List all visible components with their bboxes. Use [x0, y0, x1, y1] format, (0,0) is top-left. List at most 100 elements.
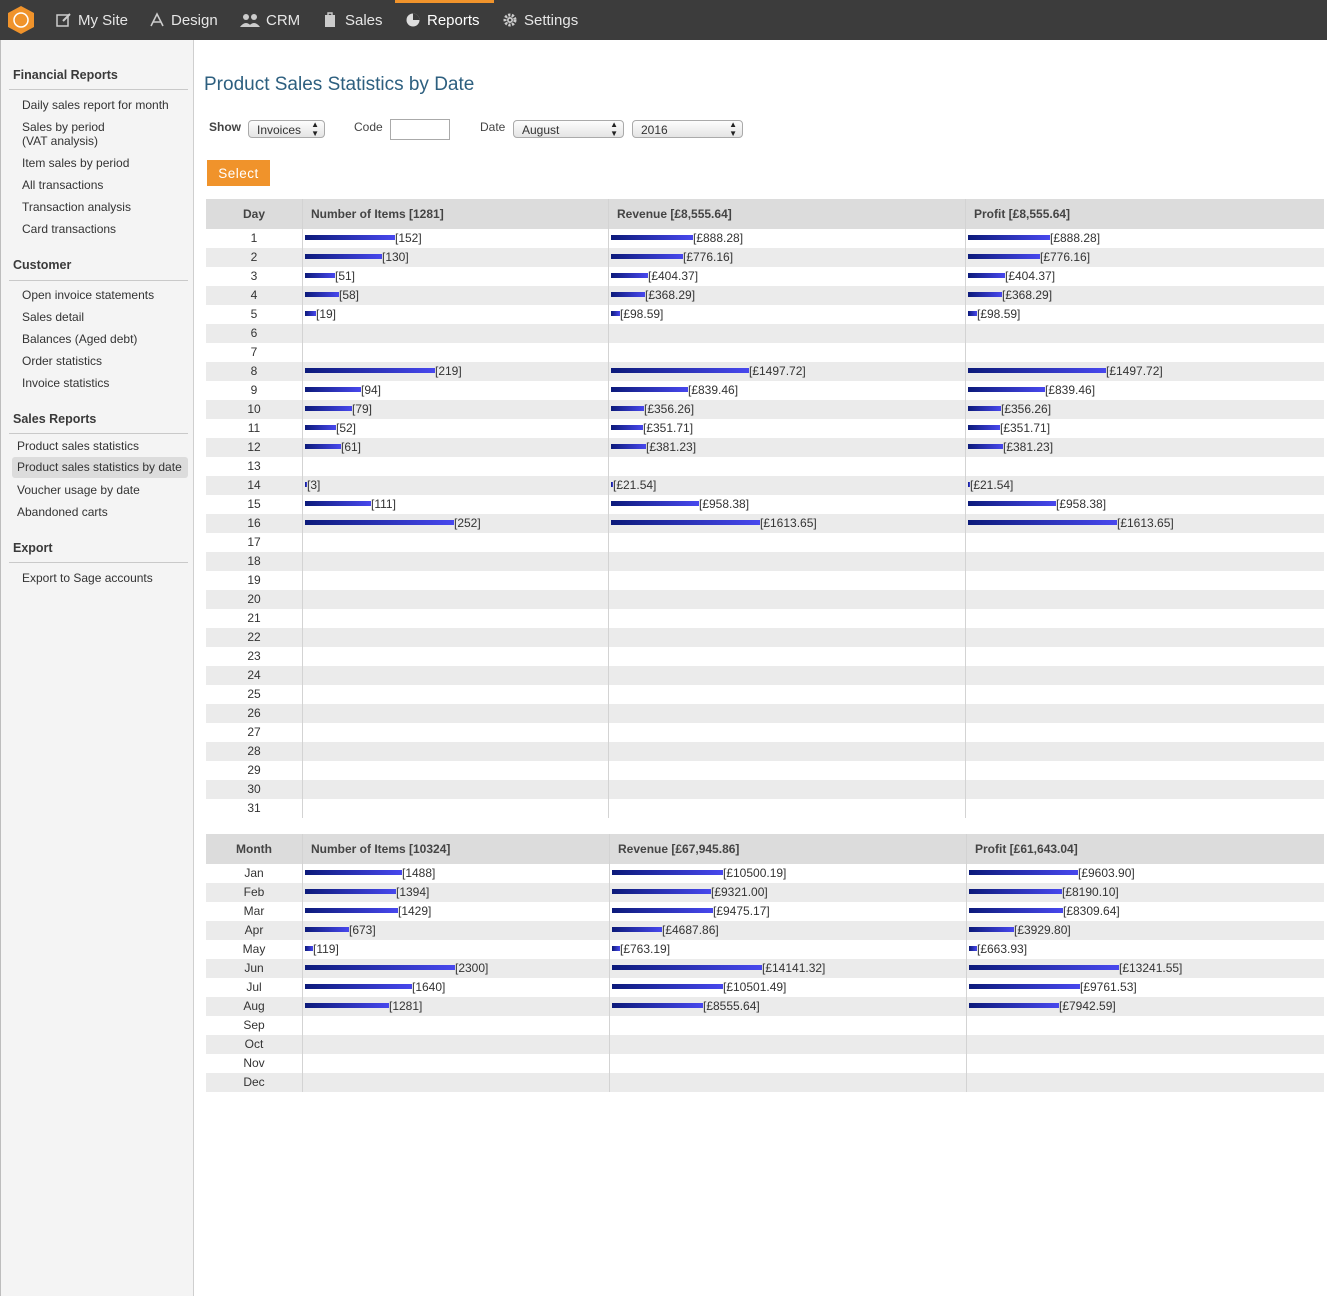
- sidebar-item-export-sage[interactable]: Export to Sage accounts: [22, 571, 153, 585]
- sidebar-item-sales-by-period[interactable]: Sales by period (VAT analysis): [22, 120, 105, 148]
- table-row: 6: [206, 324, 1324, 343]
- revenue-bar: [611, 311, 620, 316]
- row-label: 8: [250, 364, 258, 378]
- row-label: 7: [250, 345, 258, 359]
- revenue-bar: [612, 889, 711, 894]
- items-bar: [305, 984, 412, 989]
- code-input[interactable]: [390, 119, 450, 140]
- items-value: [1281]: [389, 999, 423, 1013]
- revenue-value: [£776.16]: [683, 250, 734, 264]
- nav-sales[interactable]: Sales: [323, 0, 383, 40]
- col-header-day: Day: [242, 207, 265, 221]
- row-label: 16: [247, 516, 261, 530]
- items-bar: [305, 927, 349, 932]
- pie-chart-icon: [406, 13, 420, 27]
- items-bar: [305, 946, 313, 951]
- items-bar: [305, 368, 435, 373]
- profit-value: [£13241.55]: [1119, 961, 1183, 975]
- table-row: Dec: [206, 1073, 1324, 1092]
- row-label: 30: [247, 782, 261, 796]
- row-label: 21: [247, 611, 261, 625]
- sidebar-item-invoice-statistics[interactable]: Invoice statistics: [22, 376, 109, 390]
- revenue-bar: [611, 387, 688, 392]
- users-icon: [240, 14, 260, 27]
- profit-value: [£1497.72]: [1106, 364, 1163, 378]
- nav-label: Sales: [345, 11, 383, 29]
- profit-value: [£776.16]: [1040, 250, 1091, 264]
- table-row: 13: [206, 457, 1324, 476]
- sidebar-item-balances[interactable]: Balances (Aged debt): [22, 332, 137, 346]
- profit-value: [£404.37]: [1005, 269, 1056, 283]
- row-label: Jan: [244, 866, 264, 880]
- row-label: 20: [247, 592, 261, 606]
- sidebar-item-order-statistics[interactable]: Order statistics: [22, 354, 102, 368]
- revenue-bar: [611, 520, 760, 525]
- profit-value: [£7942.59]: [1059, 999, 1116, 1013]
- revenue-value: [£351.71]: [643, 421, 694, 435]
- items-bar: [305, 425, 336, 430]
- table-row: Jun [2300] [£14141.32] [£13241.55]: [206, 959, 1324, 978]
- sidebar-item-voucher-usage[interactable]: Voucher usage by date: [17, 483, 140, 497]
- profit-value: [£351.71]: [1000, 421, 1051, 435]
- table-row: 4 [58] [£368.29] [£368.29]: [206, 286, 1324, 305]
- revenue-value: [£8555.64]: [703, 999, 760, 1013]
- section-heading-financial: Financial Reports: [13, 68, 118, 82]
- revenue-value: [£356.26]: [644, 402, 695, 416]
- table-row: 12 [61] [£381.23] [£381.23]: [206, 438, 1324, 457]
- revenue-bar: [612, 946, 620, 951]
- column-divider: [302, 199, 303, 818]
- sidebar-item-all-transactions[interactable]: All transactions: [22, 178, 103, 192]
- logo-icon[interactable]: [6, 5, 36, 35]
- profit-value: [£888.28]: [1050, 231, 1101, 245]
- row-label: 15: [247, 497, 261, 511]
- profit-value: [£98.59]: [977, 307, 1021, 321]
- nav-settings[interactable]: Settings: [502, 0, 578, 40]
- year-select[interactable]: 2016 ▲ ▼: [632, 120, 743, 138]
- nav-crm[interactable]: CRM: [240, 0, 300, 40]
- nav-reports[interactable]: Reports: [395, 0, 493, 40]
- items-value: [61]: [341, 440, 362, 454]
- sidebar-item-abandoned-carts[interactable]: Abandoned carts: [17, 505, 108, 519]
- revenue-value: [£10500.19]: [723, 866, 787, 880]
- sidebar-item-item-sales[interactable]: Item sales by period: [22, 156, 129, 170]
- profit-bar: [968, 520, 1117, 525]
- row-label: 24: [247, 668, 261, 682]
- col-header-revenue: Revenue [£67,945.86]: [618, 842, 740, 856]
- row-label: 17: [247, 535, 261, 549]
- items-value: [1488]: [402, 866, 436, 880]
- show-select[interactable]: Invoices ▲ ▼: [248, 120, 325, 138]
- sidebar-item-transaction-analysis[interactable]: Transaction analysis: [22, 200, 131, 214]
- items-bar: [305, 406, 352, 411]
- top-nav-bar: My Site Design CRM Sales Reports Setting…: [0, 0, 1327, 40]
- items-bar: [305, 254, 382, 259]
- profit-bar: [969, 984, 1080, 989]
- items-value: [219]: [435, 364, 462, 378]
- items-value: [1429]: [398, 904, 432, 918]
- updown-arrow-icon: ▲ ▼: [729, 120, 737, 138]
- nav-my-site[interactable]: My Site: [56, 0, 128, 40]
- row-label: 23: [247, 649, 261, 663]
- month-select[interactable]: August ▲ ▼: [513, 120, 624, 138]
- gear-icon: [503, 13, 517, 27]
- sidebar-item-product-sales-by-date[interactable]: Product sales statistics by date: [12, 457, 188, 478]
- items-value: [52]: [336, 421, 357, 435]
- profit-bar: [969, 927, 1014, 932]
- revenue-value: [£14141.32]: [762, 961, 826, 975]
- col-header-items: Number of Items [1281]: [311, 207, 444, 221]
- sidebar-item-open-invoice[interactable]: Open invoice statements: [22, 288, 154, 302]
- table-row: 18: [206, 552, 1324, 571]
- profit-bar: [968, 292, 1002, 297]
- row-label: Nov: [243, 1056, 265, 1070]
- nav-design[interactable]: Design: [149, 0, 218, 40]
- table-row: 11 [52] [£351.71] [£351.71]: [206, 419, 1324, 438]
- select-button[interactable]: Select: [207, 160, 270, 186]
- profit-bar: [969, 946, 977, 951]
- table-row: 29: [206, 761, 1324, 780]
- sidebar-item-sales-detail[interactable]: Sales detail: [22, 310, 84, 324]
- updown-arrow-icon: ▲ ▼: [311, 120, 319, 138]
- sidebar-item-card-transactions[interactable]: Card transactions: [22, 222, 116, 236]
- revenue-bar: [611, 235, 693, 240]
- nav-label: CRM: [266, 11, 301, 29]
- sidebar-item-product-sales[interactable]: Product sales statistics: [17, 439, 139, 453]
- sidebar-item-daily-sales[interactable]: Daily sales report for month: [22, 98, 169, 112]
